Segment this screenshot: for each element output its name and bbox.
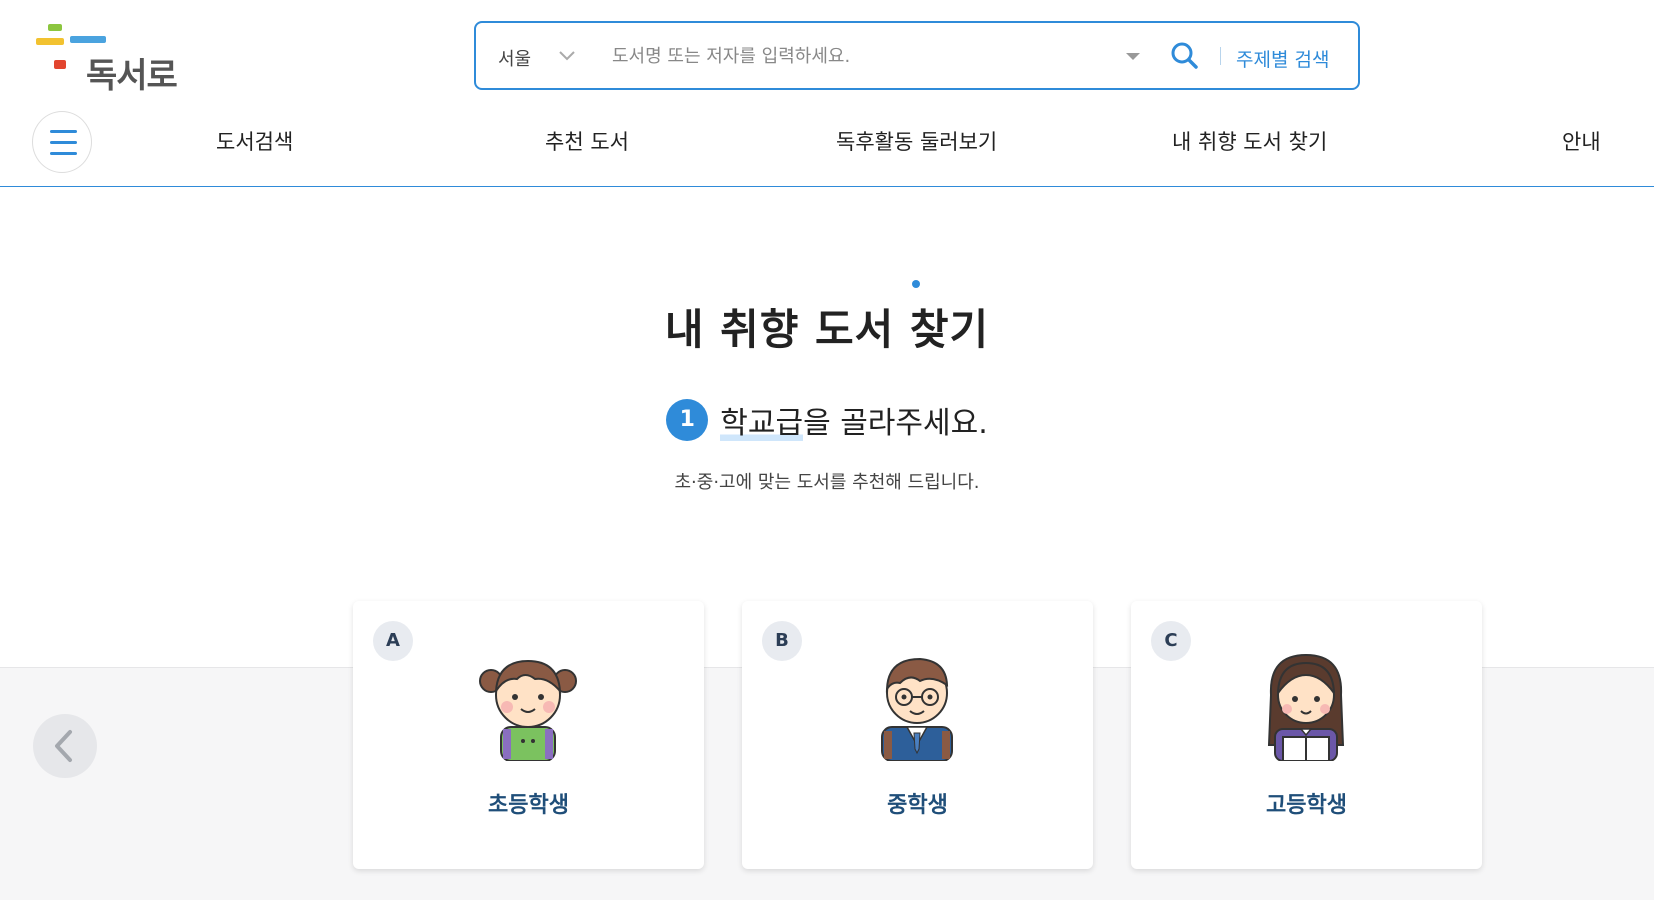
hamburger-menu-button[interactable] <box>32 111 92 173</box>
step-subtitle: 초·중·고에 맞는 도서를 추천해 드립니다. <box>674 472 980 493</box>
step-text-rest: 을 골라주세요. <box>803 406 988 441</box>
caret-down-icon[interactable] <box>1126 53 1140 60</box>
topic-search-link[interactable]: 주제별 검색 <box>1236 45 1329 72</box>
middle-school-student-icon <box>881 657 953 761</box>
carousel-prev-button[interactable] <box>33 714 97 778</box>
school-level-card-elementary[interactable]: A 초등학생 <box>353 601 704 869</box>
search-input[interactable] <box>612 39 1112 73</box>
elementary-student-icon <box>479 659 577 761</box>
step-heading: 1 학교급을 골라주세요. <box>0 398 1654 442</box>
site-logo[interactable]: 독서로 <box>30 18 190 96</box>
logo-text: 독서로 <box>86 56 178 96</box>
high-school-student-icon <box>1267 653 1345 761</box>
school-level-card-high[interactable]: C 고등학생 <box>1131 601 1482 869</box>
chevron-down-icon[interactable] <box>556 44 578 66</box>
step-number-badge: 1 <box>666 399 709 441</box>
card-label: 고등학생 <box>1266 793 1347 818</box>
card-label: 초등학생 <box>488 793 569 818</box>
search-bar: 서울 주제별 검색 <box>474 21 1360 90</box>
step-highlight: 학교급 <box>720 406 804 441</box>
step-text: 학교급을 골라주세요. <box>720 398 988 442</box>
nav-divider <box>0 186 1654 187</box>
card-badge: A <box>373 621 413 661</box>
nav-item-book-search[interactable]: 도서검색 <box>216 126 293 156</box>
search-icon[interactable] <box>1168 39 1202 73</box>
nav-item-find-my-books[interactable]: 내 취향 도서 찾기 <box>1172 126 1327 156</box>
chevron-left-icon <box>55 730 72 762</box>
nav-item-guide[interactable]: 안내 <box>1562 126 1601 156</box>
region-select[interactable]: 서울 <box>498 45 531 71</box>
title-dot <box>912 280 920 288</box>
card-badge: C <box>1151 621 1191 661</box>
school-level-card-middle[interactable]: B 중학생 <box>742 601 1093 869</box>
nav-item-recommended-books[interactable]: 추천 도서 <box>545 126 629 156</box>
page-title: 내 취향 도서 찾기 <box>664 305 990 354</box>
nav-item-reading-activities[interactable]: 독후활동 둘러보기 <box>836 126 997 156</box>
divider <box>1220 47 1221 65</box>
card-label: 중학생 <box>887 793 948 818</box>
card-badge: B <box>762 621 802 661</box>
